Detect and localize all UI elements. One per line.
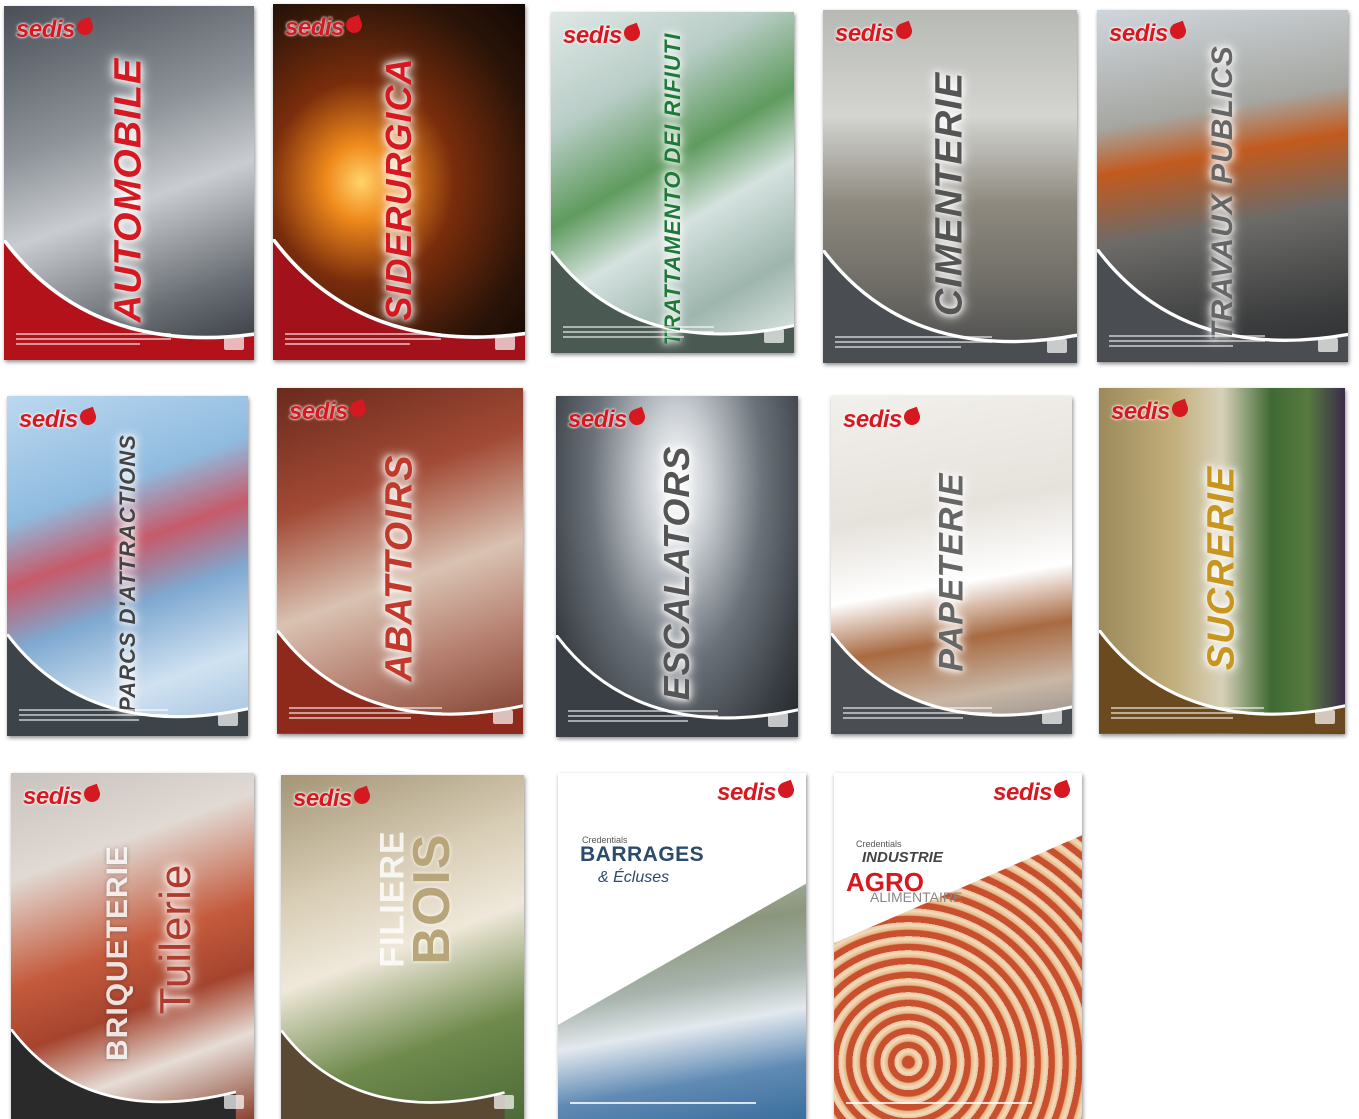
certification-badge [1042, 710, 1062, 724]
sedis-logo: sedis [16, 16, 96, 44]
cover-title-line1: INDUSTRIE [862, 849, 943, 866]
sedis-logo: sedis [835, 20, 915, 48]
brochure-cover-abattoirs[interactable]: sedis ABATTOIRS [277, 388, 523, 734]
cover-footer [16, 333, 171, 348]
certification-badge [224, 336, 244, 350]
sedis-logo: sedis [1109, 20, 1189, 48]
certification-badge [1315, 710, 1335, 724]
cover-swoosh [281, 1029, 505, 1119]
cover-title: ESCALATORS [656, 445, 697, 701]
brochure-cover-travaux-publics[interactable]: sedis TRAVAUX PUBLICS [1097, 10, 1348, 362]
certification-badge [493, 710, 513, 724]
brochure-cover-escalators[interactable]: sedis ESCALATORS [556, 396, 798, 737]
cover-title-line2: Tuilerie [151, 863, 201, 1015]
cover-title: ABATTOIRS [378, 454, 421, 682]
certification-badge [764, 329, 784, 343]
cover-footer [285, 333, 442, 348]
cover-footer [835, 336, 993, 351]
sedis-logo: sedis [293, 785, 373, 813]
cover-footer [843, 707, 993, 722]
sedis-logo: sedis [1111, 398, 1191, 426]
brochure-cover-papeterie[interactable]: sedis PAPETERIE [831, 396, 1072, 734]
certification-badge [218, 712, 238, 726]
certification-badge [1318, 338, 1338, 352]
sedis-logo: sedis [717, 779, 797, 807]
brochure-cover-filiere-bois[interactable]: sedis FILIERE BOIS [281, 775, 524, 1119]
cover-title-line2: BOIS [402, 833, 461, 965]
certification-badge [495, 336, 515, 350]
cover-kicker: Credentials [856, 839, 902, 849]
brochure-cover-sucrerie[interactable]: sedis SUCRERIE [1099, 388, 1345, 734]
brochure-cover-briqueterie-tuilerie[interactable]: sedis BRIQUETERIE Tuilerie [11, 773, 254, 1119]
brochure-cover-parcs-d-attractions[interactable]: sedis PARCS D'ATTRACTIONS [7, 396, 248, 736]
cover-footer [846, 1102, 1032, 1107]
brochure-cover-trattamento-dei-rifiuti[interactable]: sedis TRATTAMENTO DEI RIFIUTI [551, 12, 794, 353]
cover-title: PARCS D'ATTRACTIONS [114, 433, 140, 712]
cover-footer [19, 709, 169, 724]
cover-title: PAPETERIE [932, 472, 970, 672]
cover-photo [558, 883, 806, 1119]
cover-footer [570, 1102, 756, 1107]
cover-title: AUTOMOBILE [107, 57, 150, 323]
cover-footer [289, 707, 442, 722]
cover-title-line1: BRIQUETERIE [100, 844, 134, 1061]
certification-badge [494, 1095, 514, 1109]
cover-title: TRATTAMENTO DEI RIFIUTI [659, 32, 685, 346]
certification-badge [1047, 339, 1067, 353]
certification-badge [768, 713, 788, 727]
cover-footer [563, 326, 714, 341]
brochure-cover-siderurgica[interactable]: sedis SIDERURGICA [273, 4, 525, 360]
sedis-logo: sedis [19, 406, 99, 434]
cover-title: CIMENTERIE [928, 71, 971, 316]
cover-footer [568, 710, 719, 725]
sedis-logo: sedis [563, 22, 643, 50]
sedis-logo: sedis [289, 398, 369, 426]
cover-footer [1111, 707, 1264, 722]
cover-title: SUCRERIE [1200, 465, 1243, 671]
sedis-logo: sedis [23, 783, 103, 811]
brochure-cover-industrie-agro-alimentaire[interactable]: sedis Credentials INDUSTRIE AGRO ALIMENT… [834, 773, 1082, 1119]
cover-title-line1: BARRAGES [580, 843, 705, 866]
sedis-logo: sedis [285, 14, 365, 42]
cover-title: SIDERURGICA [378, 57, 419, 321]
sedis-logo: sedis [993, 779, 1073, 807]
cover-footer [1109, 335, 1265, 350]
brochure-cover-barrages-ecluses[interactable]: sedis Credentials BARRAGES & Écluses [558, 773, 806, 1119]
certification-badge [224, 1095, 244, 1109]
cover-title-line3: ALIMENTAIRE [870, 889, 963, 905]
cover-title: TRAVAUX PUBLICS [1205, 45, 1239, 341]
brochure-cover-cimenterie[interactable]: sedis CIMENTERIE [823, 10, 1077, 363]
brochure-cover-automobile[interactable]: sedis AUTOMOBILE [4, 6, 254, 360]
sedis-logo: sedis [843, 406, 923, 434]
cover-title-line2: & Écluses [598, 869, 670, 886]
sedis-logo: sedis [568, 406, 648, 434]
